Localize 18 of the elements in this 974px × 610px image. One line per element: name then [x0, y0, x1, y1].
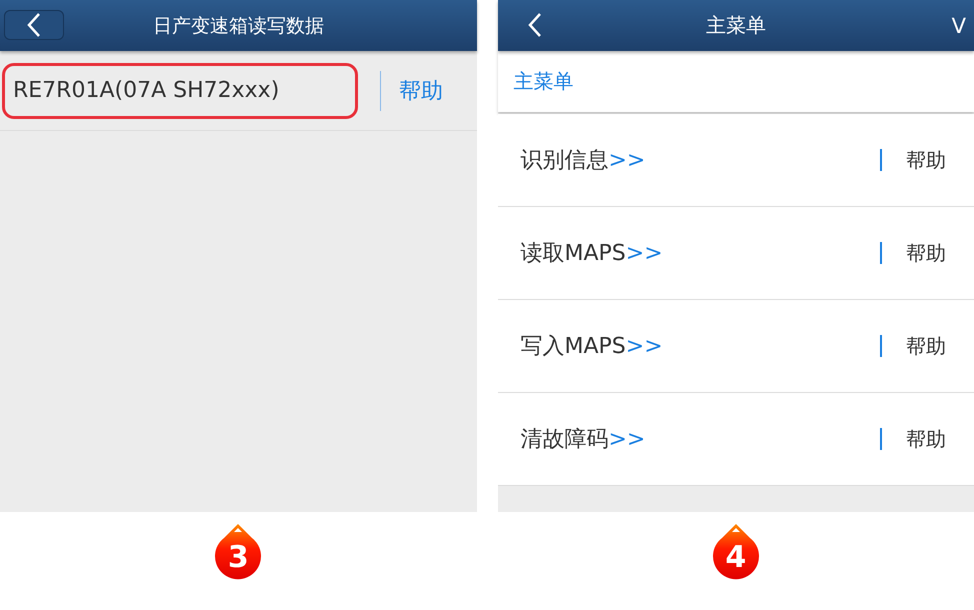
menu-item[interactable]: 识别信息>>	[510, 136, 880, 184]
help-link[interactable]: 帮助	[906, 146, 946, 174]
help-link[interactable]: 帮助	[906, 240, 946, 266]
menu-item[interactable]: 写入MAPS>>	[510, 322, 880, 370]
step-badge: 3	[214, 524, 262, 580]
menu-item[interactable]: 清故障码>>	[510, 415, 880, 463]
back-icon	[27, 12, 41, 38]
corner-label[interactable]: V	[952, 14, 966, 38]
step-badge: 4	[712, 524, 760, 580]
screen-title: 日产变速箱读写数据	[152, 14, 324, 38]
menu-item[interactable]: RE7R01A(07A SH72xxx)	[2, 62, 358, 118]
menu-item[interactable]: 读取MAPS>>	[510, 229, 880, 277]
help-link[interactable]: 帮助	[906, 332, 946, 360]
breadcrumb[interactable]: 主菜单	[514, 68, 574, 95]
screen-title: 主菜单	[706, 12, 766, 39]
back-button[interactable]	[4, 10, 64, 40]
help-link[interactable]: 帮助	[906, 426, 946, 452]
back-icon	[528, 12, 542, 38]
